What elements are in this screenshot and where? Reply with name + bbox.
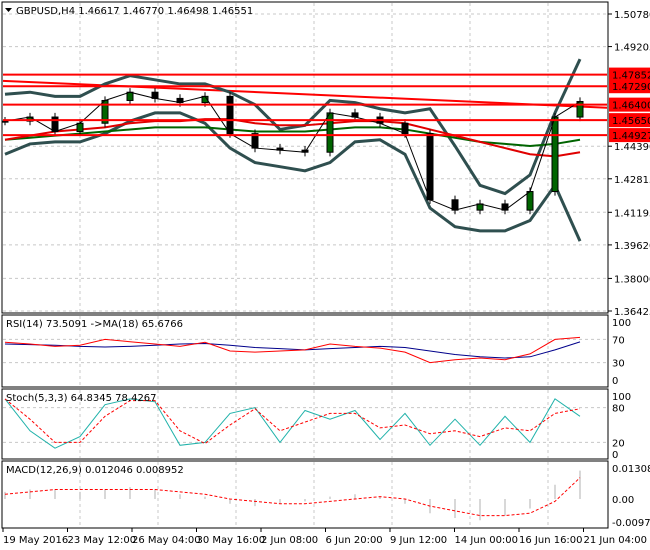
macd-title: MACD(12,26,9) 0.012046 0.008952 [6,465,184,476]
candle-body [126,91,134,101]
macd-signal-line [4,477,581,517]
time-tick-label: 6 Jun 20:00 [326,535,383,546]
indicator-tick-label: -0.009715 [612,518,650,529]
candle-body [401,122,409,135]
candle-body [326,112,334,153]
price-tick-label: 1.49205 [614,43,650,54]
price-tick-label: 1.41195 [614,208,650,219]
ohlc-values: 1.46617 1.46770 1.46498 1.46551 [78,6,253,17]
stoch-d-line [4,398,581,445]
time-tick-label: 19 May 2016 [3,535,68,546]
price-tick-label: 1.38000 [614,274,650,285]
stoch-k-line [4,398,581,449]
time-tick-label: 9 Jun 12:00 [390,535,447,546]
level-price-label: 1.44927 [612,131,650,142]
level-price-label: 1.46400 [612,101,650,112]
time-tick-label: 23 May 12:00 [68,535,137,546]
indicator-tick-label: 80 [612,404,625,415]
price-tick-label: 1.39620 [614,241,650,252]
price-tick-label: 1.42815 [614,175,650,186]
level-price-label: 1.47290 [612,82,650,93]
rsi-title: RSI(14) 73.5091 ->MA(18) 65.6766 [6,319,183,330]
trading-chart-window: GBPUSD,H4 1.46617 1.46770 1.46498 1.4655… [0,0,650,550]
candle-body [526,191,534,211]
price-tick-label: 1.50780 [614,10,650,21]
indicator-tick-label: 70 [612,335,625,346]
stoch-title: Stoch(5,3,3) 64.8345 78.4267 [6,393,157,404]
indicator-tick-label: 30 [612,359,625,370]
time-tick-label: 30 May 16:00 [197,535,266,546]
close-line [4,91,581,211]
candle-body [76,122,84,133]
price-tick-label: 1.36425 [614,307,650,318]
indicator-tick-label: 0 [612,376,618,387]
chart-canvas[interactable]: GBPUSD,H4 1.46617 1.46770 1.46498 1.4655… [0,0,650,550]
bollinger-upper-line [4,58,582,196]
time-tick-label: 14 Jun 00:00 [455,535,519,546]
svg-text:GBPUSD,H4 1.46617 1.46770 1.46: GBPUSD,H4 1.46617 1.46770 1.46498 1.4655… [16,6,253,17]
time-tick-label: 26 May 04:00 [132,535,201,546]
indicator-tick-label: 100 [612,318,631,329]
price-tick-label: 1.44390 [614,142,650,153]
indicator-tick-label: 0.00 [612,495,634,506]
indicator-tick-label: 0.013083 [612,464,650,475]
main-panel-frame [1,1,609,314]
candle-body [451,199,459,211]
time-tick-label: 21 Jun 04:00 [584,535,648,546]
indicator-tick-label: 100 [612,392,631,403]
time-tick-label: 16 Jun 16:00 [519,535,583,546]
indicator-tick-label: 0 [612,450,618,461]
candle-body [226,95,234,135]
indicator-tick-label: 20 [612,438,625,449]
candle-body [551,116,559,193]
symbol-label: GBPUSD,H4 [16,6,75,17]
time-tick-label: 2 Jun 08:00 [261,535,318,546]
collapse-triangle-icon[interactable] [5,8,12,12]
rsi-line [4,336,581,364]
candle-body [426,133,434,201]
level-price-label: 1.45650 [612,116,650,127]
